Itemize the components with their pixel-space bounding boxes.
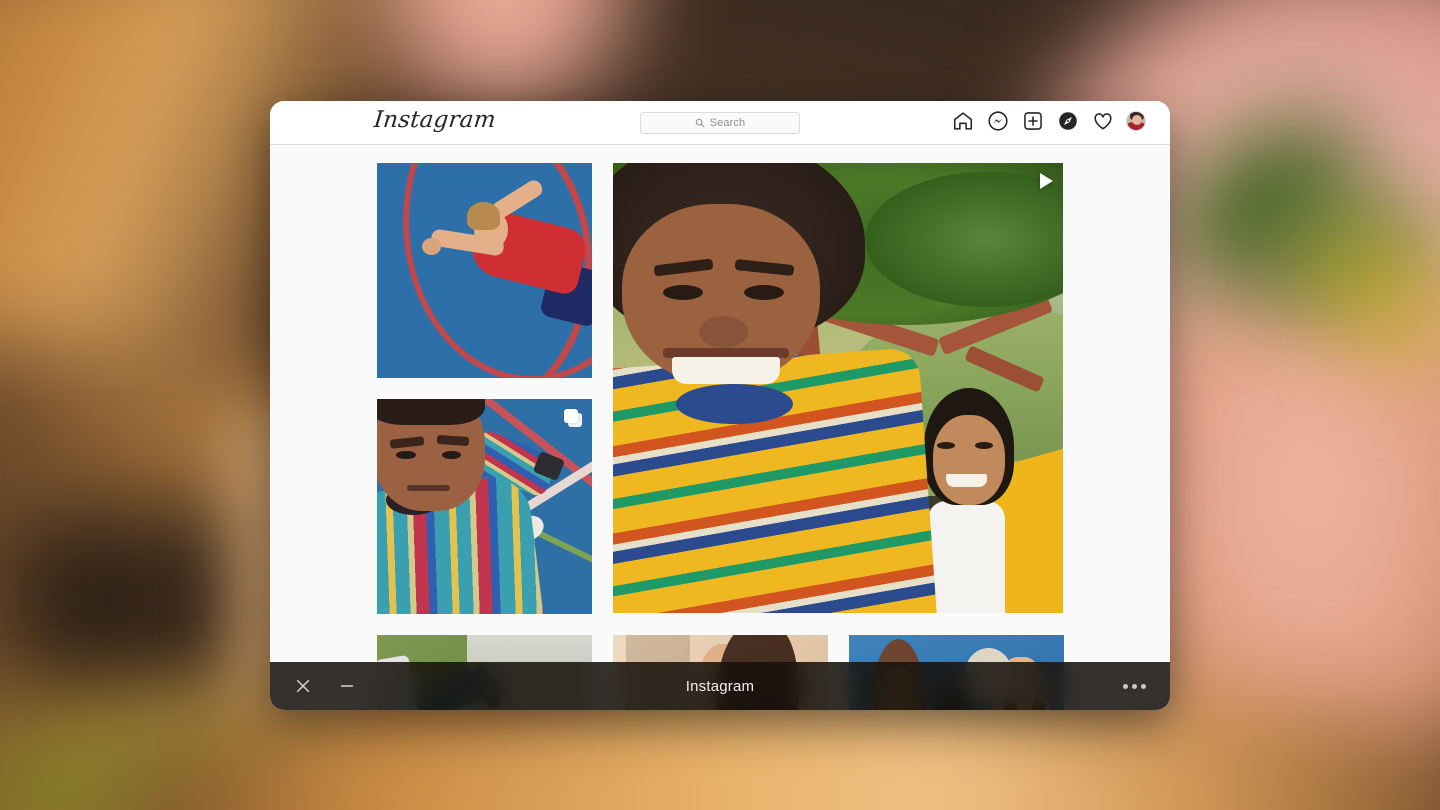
messenger-icon[interactable]: [986, 109, 1009, 132]
selfie-person1-collar: [676, 384, 793, 425]
selfie-person2-smile: [946, 474, 987, 488]
app-header: Instagram Search: [270, 101, 1170, 145]
portrait-mouth: [407, 485, 450, 491]
search-input[interactable]: Search: [640, 112, 800, 134]
search-placeholder-text: Search: [710, 117, 745, 129]
selfie-person2-face: [933, 415, 1005, 505]
post-selfie-two-friends[interactable]: [613, 163, 1063, 613]
more-dot: [1141, 684, 1146, 689]
profile-avatar[interactable]: [1126, 111, 1146, 131]
photo-striped-shirt-portrait: [377, 399, 592, 614]
portrait-brow-right: [437, 434, 470, 445]
new-post-icon[interactable]: [1021, 109, 1044, 132]
explore-icon[interactable]: [1056, 109, 1079, 132]
post-striped-shirt-portrait[interactable]: [377, 399, 592, 614]
post-grid: [377, 163, 1063, 710]
post-grid-left-column: [377, 163, 592, 614]
post-athlete-on-court[interactable]: [377, 163, 592, 378]
minimize-icon[interactable]: [336, 675, 358, 697]
header-nav-icons: [951, 109, 1146, 132]
more-options-icon[interactable]: [1123, 684, 1146, 689]
more-dot: [1123, 684, 1128, 689]
avatar-face: [1132, 115, 1142, 125]
window-title: Instagram: [270, 678, 1170, 695]
photo-athlete-on-court: [377, 163, 592, 378]
photo-selfie-two-friends: [613, 163, 1063, 613]
post-grid-row: [377, 163, 1063, 614]
selfie-person1-eye-left: [663, 285, 704, 300]
portrait-eye-left: [396, 451, 415, 460]
selfie-person1-eye-right: [744, 285, 785, 300]
instagram-app-window: Instagram Search: [270, 101, 1170, 710]
portrait-hair: [377, 399, 485, 425]
athlete-hair: [467, 202, 499, 230]
selfie-person1-nose: [699, 316, 749, 348]
portrait-eye-right: [442, 451, 461, 460]
home-icon[interactable]: [951, 109, 974, 132]
window-controls: [270, 675, 358, 697]
selfie-person1-striped-shirt: [613, 347, 937, 613]
window-taskbar: Instagram: [270, 662, 1170, 710]
instagram-wordmark[interactable]: Instagram: [373, 107, 497, 133]
selfie-person1-smile: [672, 357, 780, 384]
activity-heart-icon[interactable]: [1091, 109, 1114, 132]
feed-area: [270, 145, 1170, 710]
search-icon: [695, 118, 705, 128]
more-dot: [1132, 684, 1137, 689]
close-icon[interactable]: [292, 675, 314, 697]
selfie-person2-white-top: [928, 501, 1005, 614]
